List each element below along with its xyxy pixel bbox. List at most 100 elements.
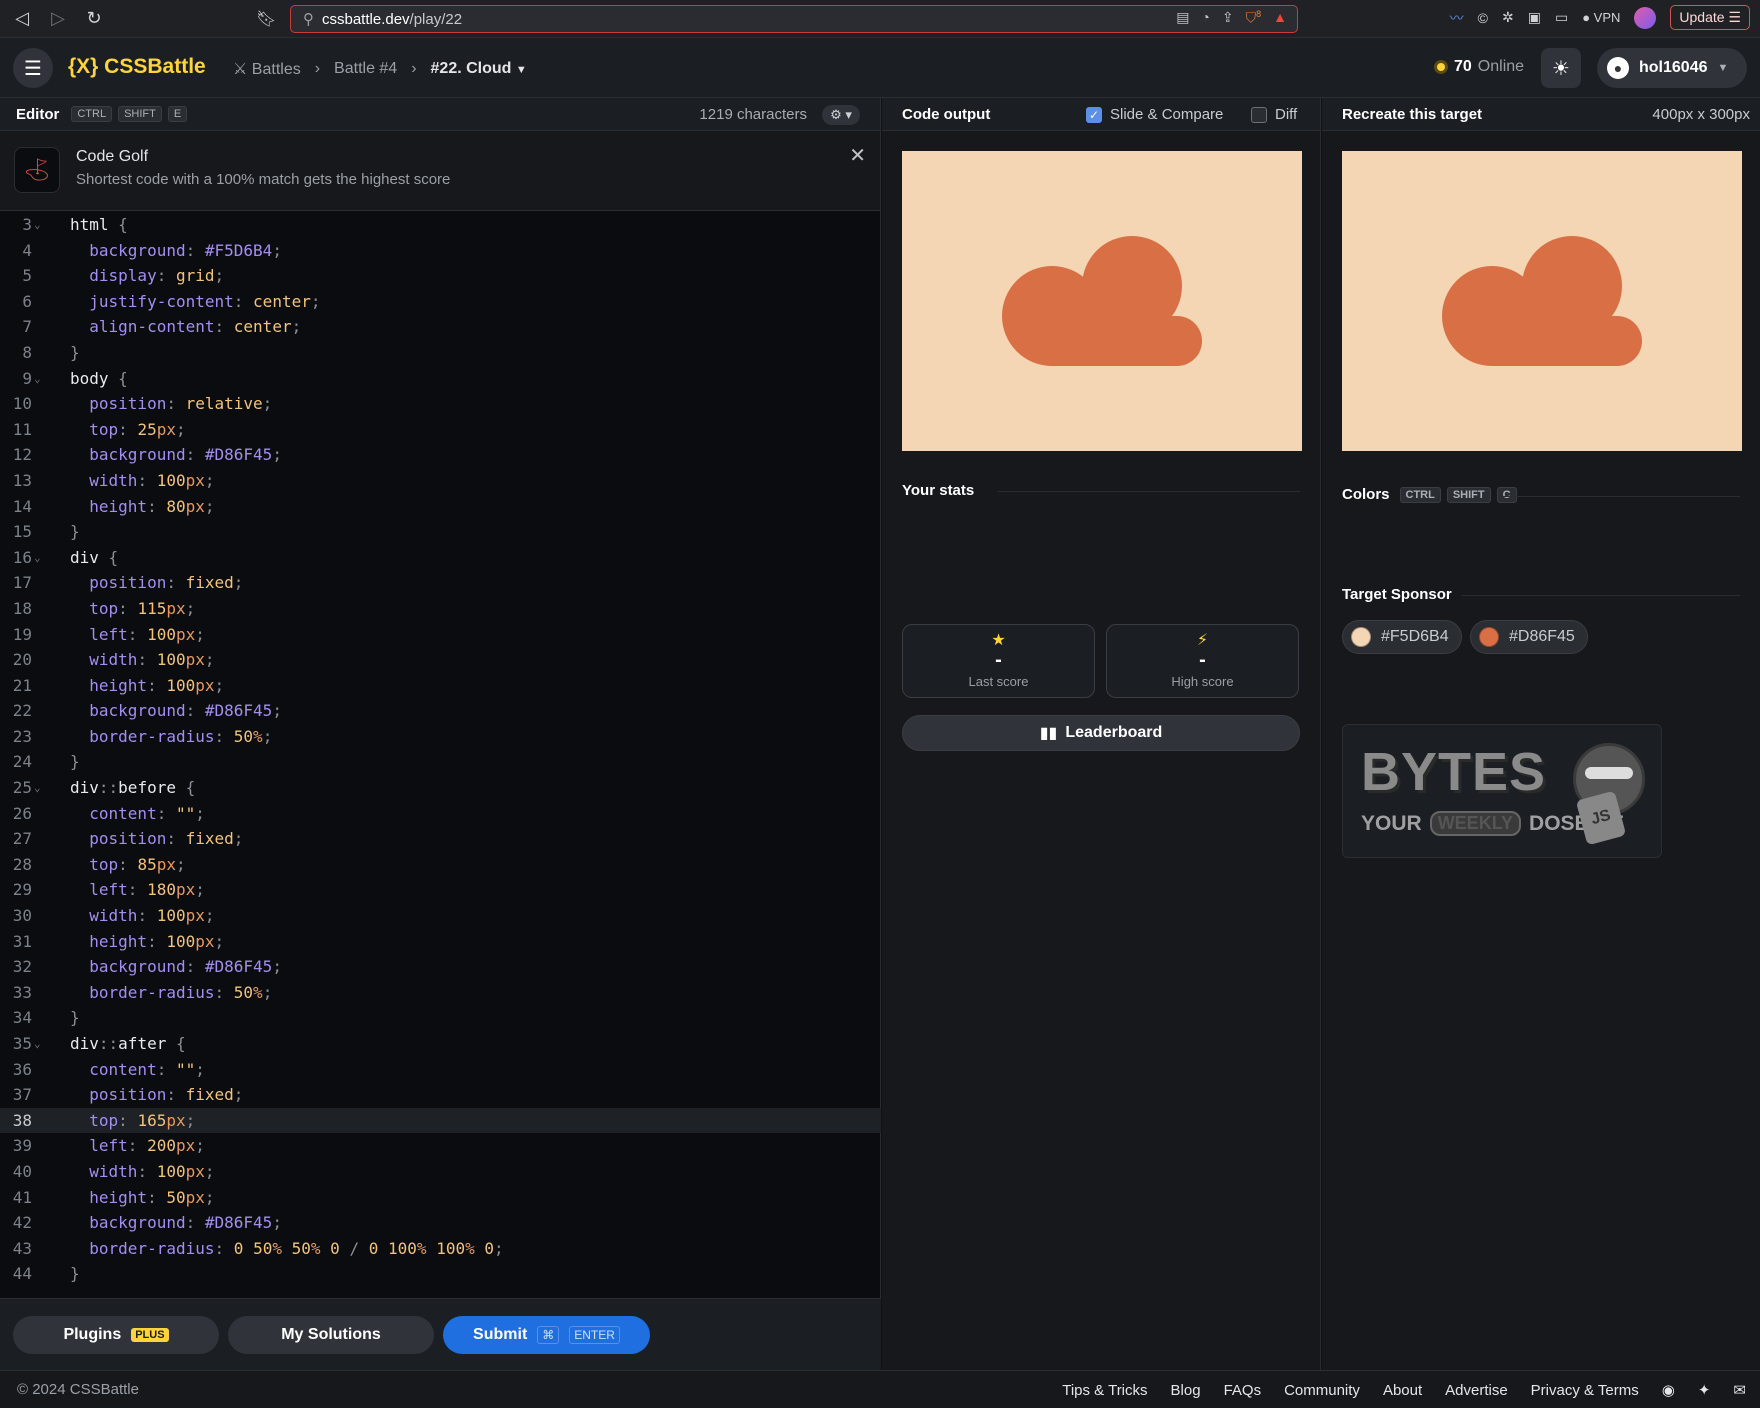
site-info-icon[interactable]: ⚲ <box>303 10 314 28</box>
user-menu-button[interactable]: ● hol16046 ▼ <box>1597 48 1747 88</box>
code-line[interactable]: 14 height: 80px; <box>0 494 881 520</box>
code-line[interactable]: 44} <box>0 1261 881 1287</box>
extension-wave-icon[interactable]: 〰 <box>1450 8 1464 28</box>
fold-chevron-icon[interactable]: ⌄ <box>34 1031 41 1057</box>
breadcrumb-battle[interactable]: Battle #4 <box>334 60 397 78</box>
code-line[interactable]: 32 background: #D86F45; <box>0 954 881 980</box>
reader-icon[interactable]: ▤ <box>1176 9 1189 27</box>
code-line[interactable]: 37 position: fixed; <box>0 1082 881 1108</box>
code-line[interactable]: 24} <box>0 749 881 775</box>
share-icon[interactable]: ⇪ <box>1222 9 1234 27</box>
code-line[interactable]: 16 ⌄ div { <box>0 545 881 571</box>
footer-link-community[interactable]: Community <box>1284 1382 1360 1399</box>
code-editor[interactable]: 3 ⌄ html {4 background: #F5D6B4; 5 display:… <box>0 212 881 1298</box>
code-line[interactable]: 35 ⌄ div::after { <box>0 1031 881 1057</box>
code-line[interactable]: 6 justify-content: center; <box>0 289 881 315</box>
bookmark-icon[interactable]: 🔖︎ <box>256 9 276 29</box>
twitter-icon[interactable]: ✦ <box>1698 1381 1711 1399</box>
vpn-button[interactable]: ● VPN <box>1582 10 1620 25</box>
code-line[interactable]: 40 width: 100px; <box>0 1159 881 1185</box>
code-line[interactable]: 19 left: 100px; <box>0 622 881 648</box>
code-line[interactable]: 13 width: 100px; <box>0 468 881 494</box>
footer-link-privacy[interactable]: Privacy & Terms <box>1531 1382 1639 1399</box>
code-line[interactable]: 3 ⌄ html { <box>0 212 881 238</box>
code-line[interactable]: 9 ⌄ body { <box>0 366 881 392</box>
slide-compare-toggle[interactable]: ✓ Slide & Compare <box>1086 106 1223 123</box>
footer-link-advertise[interactable]: Advertise <box>1445 1382 1508 1399</box>
fold-chevron-icon[interactable]: ⌄ <box>34 212 41 238</box>
back-icon[interactable]: ◁ <box>10 8 34 29</box>
code-line[interactable]: 11 top: 25px; <box>0 417 881 443</box>
code-line[interactable]: 20 width: 100px; <box>0 647 881 673</box>
breadcrumb-battles[interactable]: ⚔ Battles <box>233 59 301 79</box>
plugins-button[interactable]: Plugins PLUS <box>13 1316 219 1354</box>
leaderboard-button[interactable]: ▮▮ Leaderboard <box>902 715 1300 751</box>
forward-icon[interactable]: ▷ <box>46 8 70 29</box>
code-line[interactable]: 15} <box>0 519 881 545</box>
checkbox-unchecked-icon[interactable] <box>1251 106 1267 123</box>
code-line[interactable]: 42 background: #D86F45; <box>0 1210 881 1236</box>
code-line[interactable]: 5 display: grid; <box>0 263 881 289</box>
code-line[interactable]: 26 content: ""; <box>0 801 881 827</box>
code-line[interactable]: 21 height: 100px; <box>0 673 881 699</box>
code-line[interactable]: 22 background: #D86F45; <box>0 698 881 724</box>
footer-link-blog[interactable]: Blog <box>1171 1382 1201 1399</box>
code-text: position: fixed; <box>89 573 244 593</box>
code-line[interactable]: 41 height: 50px; <box>0 1185 881 1211</box>
code-line[interactable]: 39 left: 200px; <box>0 1133 881 1159</box>
update-button[interactable]: Update ☰ <box>1670 5 1750 30</box>
code-line[interactable]: 17 position: fixed; <box>0 570 881 596</box>
menu-button[interactable]: ☰ <box>13 48 53 88</box>
color-swatch[interactable]: #F5D6B4 <box>1342 620 1462 654</box>
code-line[interactable]: 12 background: #D86F45; <box>0 442 881 468</box>
code-line[interactable]: 29 left: 180px; <box>0 877 881 903</box>
footer-link-tips[interactable]: Tips & Tricks <box>1062 1382 1147 1399</box>
discord-icon[interactable]: ◉ <box>1662 1381 1675 1399</box>
editor-settings-button[interactable]: ⚙ ▾ <box>822 105 860 125</box>
code-line[interactable]: 4 background: #F5D6B4; <box>0 238 881 264</box>
code-line[interactable]: 30 width: 100px; <box>0 903 881 929</box>
footer-link-about[interactable]: About <box>1383 1382 1422 1399</box>
mail-icon[interactable]: ✉ <box>1733 1381 1746 1399</box>
code-line[interactable]: 10 position: relative; <box>0 391 881 417</box>
my-solutions-button[interactable]: My Solutions <box>228 1316 434 1354</box>
code-line[interactable]: 28 top: 85px; <box>0 852 881 878</box>
rewards-icon[interactable]: ▲ <box>1273 9 1287 27</box>
breadcrumb-current[interactable]: #22. Cloud ▼ <box>431 60 527 78</box>
code-line[interactable]: 34} <box>0 1005 881 1031</box>
code-output-canvas[interactable] <box>902 151 1302 451</box>
fold-chevron-icon[interactable]: ⌄ <box>34 366 41 392</box>
code-line[interactable]: 43 border-radius: 0 50% 50% 0 / 0 100% 1… <box>0 1236 881 1262</box>
sponsor-banner[interactable]: BYTES YOUR WEEKLY DOSE OF JS <box>1342 724 1662 858</box>
footer-link-faqs[interactable]: FAQs <box>1224 1382 1262 1399</box>
profile-avatar[interactable] <box>1634 6 1657 29</box>
code-line[interactable]: 23 border-radius: 50%; <box>0 724 881 750</box>
theme-toggle-button[interactable]: ☀ <box>1541 48 1581 88</box>
code-line[interactable]: 36 content: ""; <box>0 1057 881 1083</box>
color-swatch[interactable]: #D86F45 <box>1470 620 1588 654</box>
checkbox-checked-icon[interactable]: ✓ <box>1086 106 1102 123</box>
code-line[interactable]: 38 top: 165px; <box>0 1107 881 1134</box>
close-icon[interactable]: ✕ <box>849 143 866 168</box>
brave-shields-icon[interactable]: ⛉8 <box>1246 9 1262 27</box>
cssbattle-logo[interactable]: {X} CSSBattle <box>68 55 206 79</box>
fold-chevron-icon[interactable]: ⌄ <box>34 775 41 801</box>
diff-toggle[interactable]: Diff <box>1251 106 1297 123</box>
code-line[interactable]: 25 ⌄ div::before { <box>0 775 881 801</box>
code-line[interactable]: 27 position: fixed; <box>0 826 881 852</box>
submit-button[interactable]: Submit ⌘ ENTER <box>443 1316 650 1354</box>
extensions-icon[interactable]: ✲ <box>1502 9 1514 26</box>
code-line[interactable]: 8} <box>0 340 881 366</box>
speed-icon[interactable]: ◔ <box>1201 9 1209 27</box>
code-line[interactable]: 7 align-content: center; <box>0 314 881 340</box>
wallet-icon[interactable]: ▭ <box>1555 9 1568 26</box>
target-image[interactable] <box>1342 151 1742 451</box>
code-line[interactable]: 33 border-radius: 50%; <box>0 980 881 1006</box>
sidebar-icon[interactable]: ▣ <box>1528 9 1541 26</box>
code-line[interactable]: 18 top: 115px; <box>0 596 881 622</box>
code-line[interactable]: 31 height: 100px; <box>0 929 881 955</box>
address-bar[interactable]: ⚲ cssbattle.dev/play/22 ▤ ◔ ⇪ ⛉8 ▲ <box>290 5 1298 33</box>
extension-c-icon[interactable]: © <box>1478 10 1488 26</box>
reload-icon[interactable]: ↻ <box>82 8 106 29</box>
fold-chevron-icon[interactable]: ⌄ <box>34 545 41 571</box>
